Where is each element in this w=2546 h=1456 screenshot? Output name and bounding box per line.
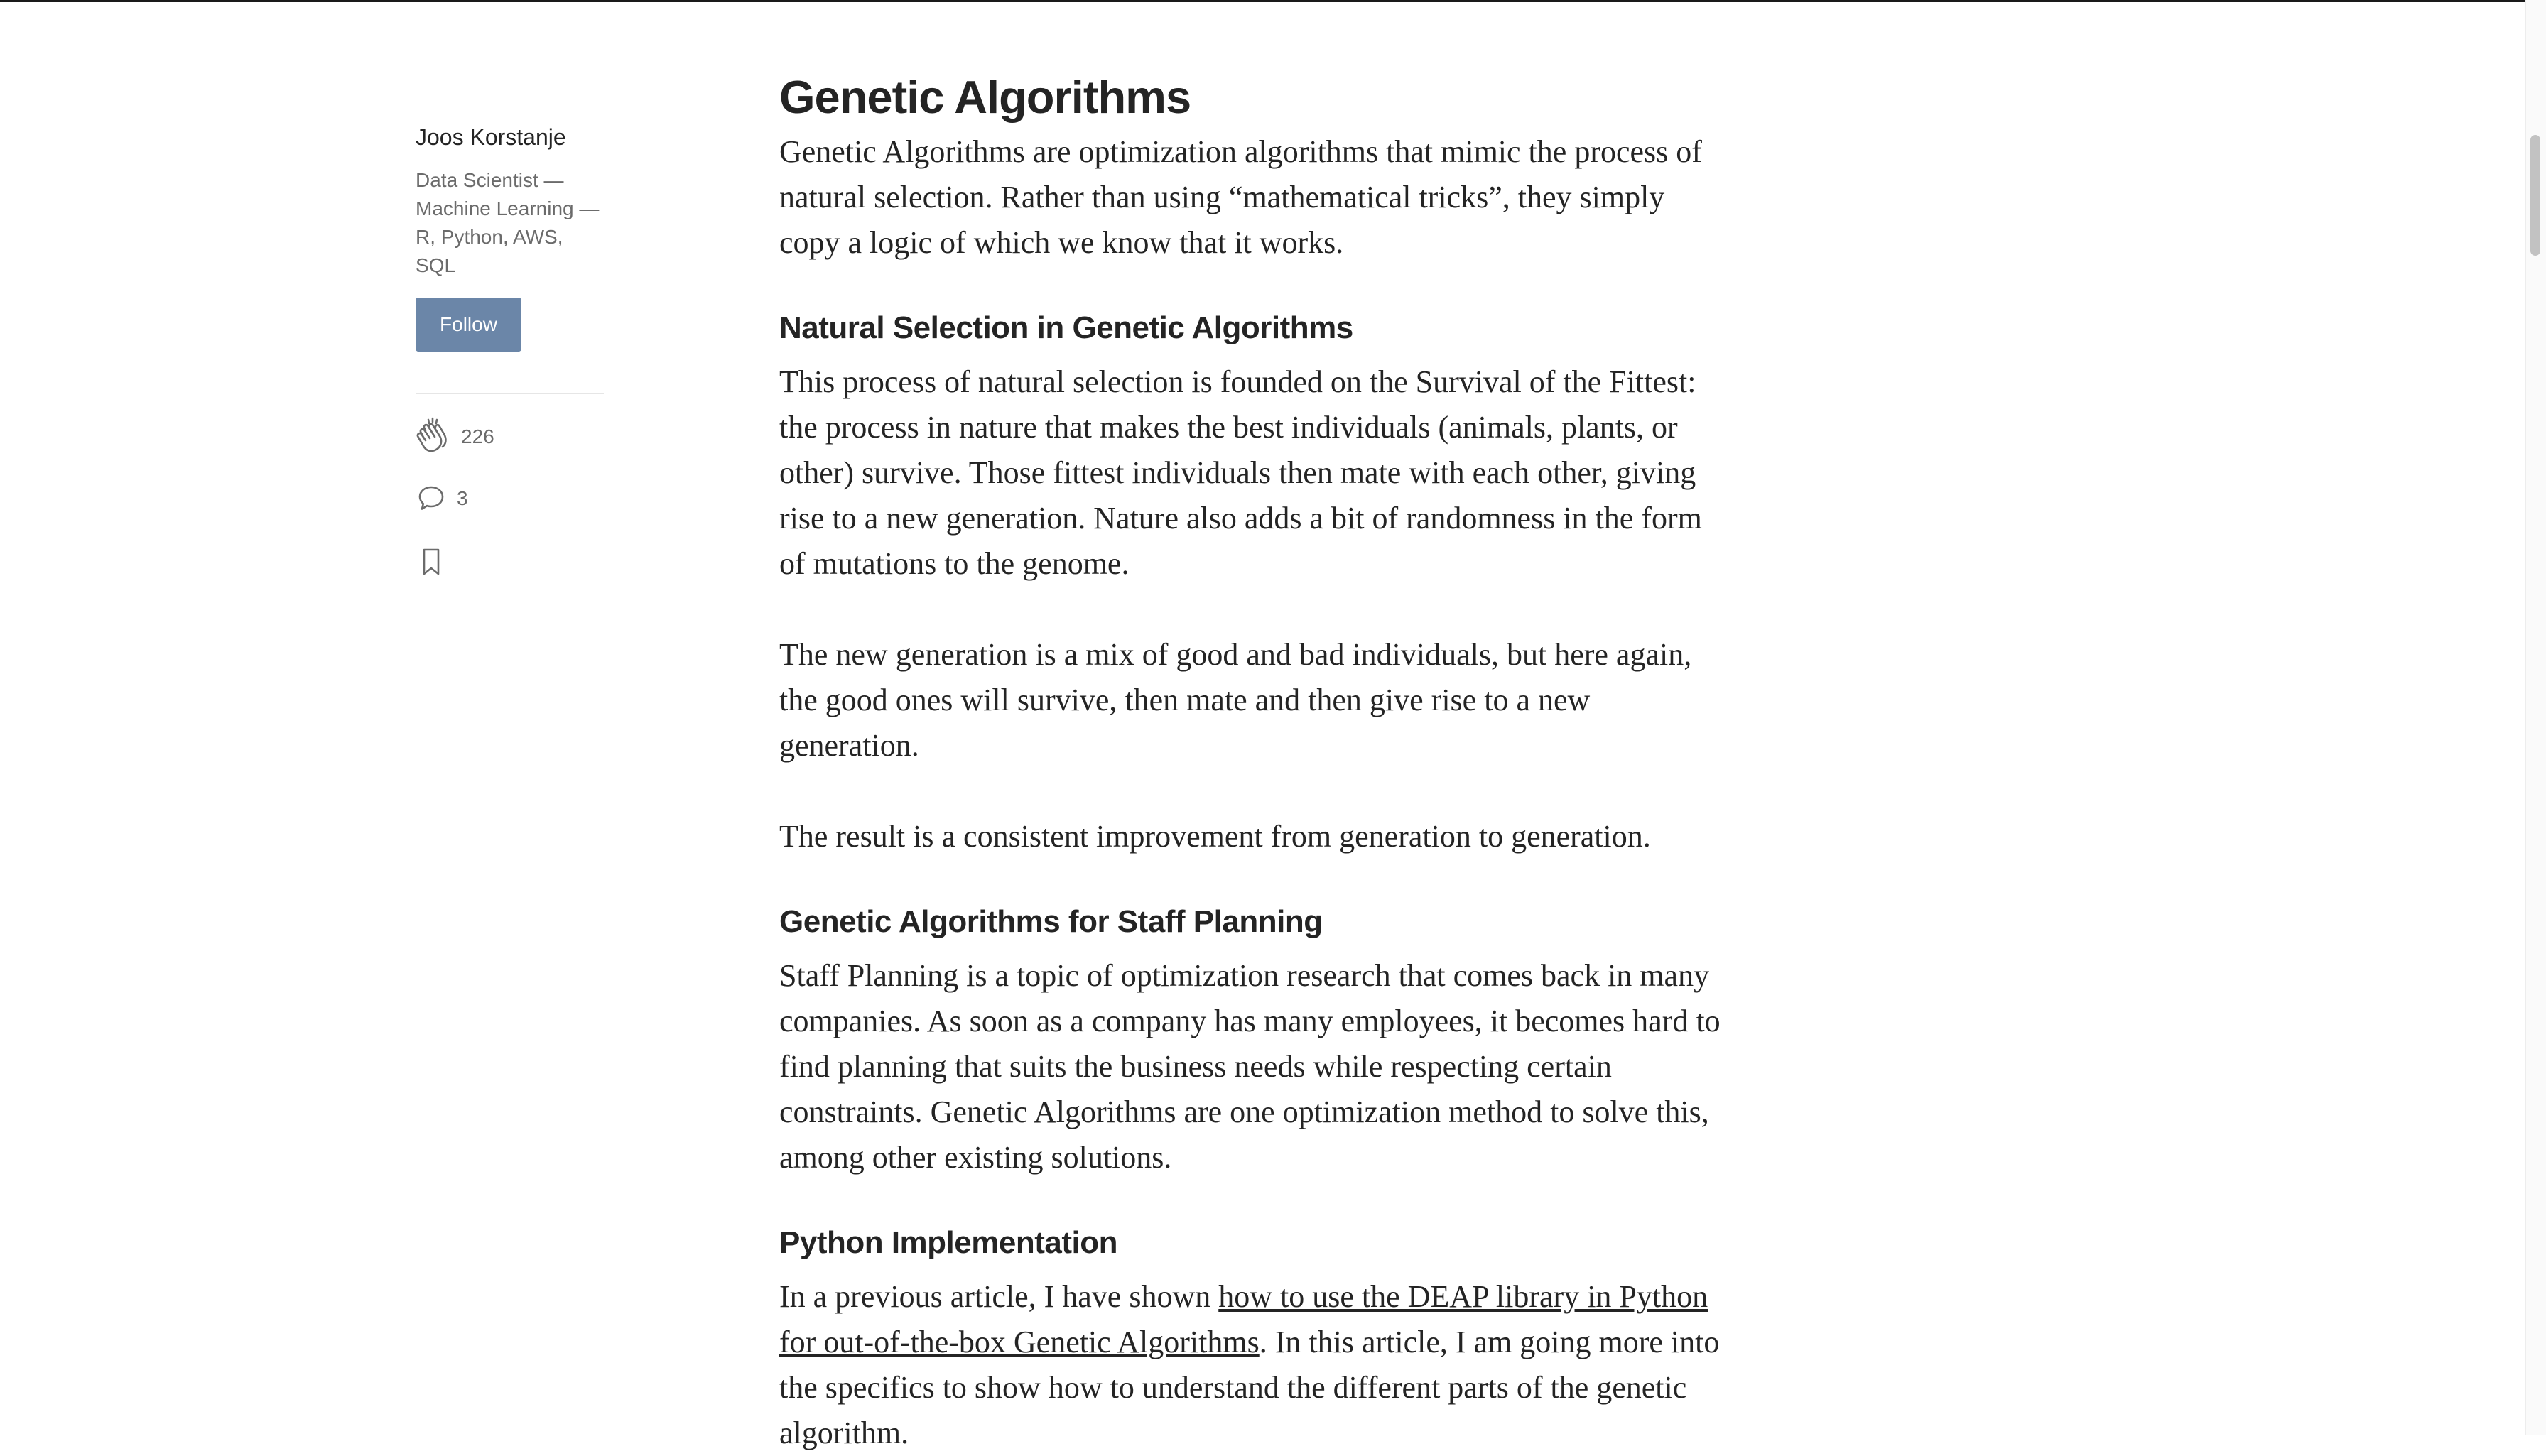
- section-heading: Genetic Algorithms for Staff Planning: [779, 904, 1323, 939]
- bookmark-button[interactable]: [416, 541, 604, 584]
- clap-count[interactable]: 226: [461, 425, 494, 448]
- paragraph: The new generation is a mix of good and …: [779, 637, 1692, 763]
- author-bio: Data Scientist — Machine Learning — R, P…: [416, 169, 600, 276]
- response-count[interactable]: 3: [457, 487, 468, 510]
- paragraph: Staff Planning is a topic of optimizatio…: [779, 958, 1721, 1175]
- scrollbar-thumb[interactable]: [2530, 135, 2540, 256]
- article-title: Genetic Algorithms: [779, 71, 1191, 123]
- comment-icon[interactable]: [416, 483, 447, 514]
- intro-paragraph: Genetic Algorithms are optimization algo…: [779, 134, 1702, 260]
- bookmark-icon[interactable]: [416, 545, 447, 580]
- article-body: Genetic Algorithms Genetic Algorithms ar…: [779, 65, 1731, 1456]
- author-sidebar: Joos Korstanje Data Scientist — Machine …: [416, 121, 604, 584]
- paragraph: This process of natural selection is fou…: [779, 364, 1702, 581]
- responses-button[interactable]: 3: [416, 477, 604, 520]
- section-heading: Python Implementation: [779, 1225, 1117, 1260]
- top-border: [0, 0, 2546, 2]
- follow-button[interactable]: Follow: [416, 298, 521, 352]
- sidebar-divider: [416, 393, 604, 394]
- paragraph: The result is a consistent improvement f…: [779, 819, 1651, 854]
- section-heading: Natural Selection in Genetic Algorithms: [779, 310, 1353, 345]
- text-before-link: In a previous article, I have shown: [779, 1279, 1219, 1314]
- author-name[interactable]: Joos Korstanje: [416, 121, 604, 153]
- clap-button[interactable]: 226: [416, 415, 604, 458]
- clap-icon[interactable]: [416, 417, 451, 457]
- paragraph-with-link: In a previous article, I have shown how …: [779, 1274, 1731, 1456]
- scrollbar[interactable]: [2525, 0, 2546, 1435]
